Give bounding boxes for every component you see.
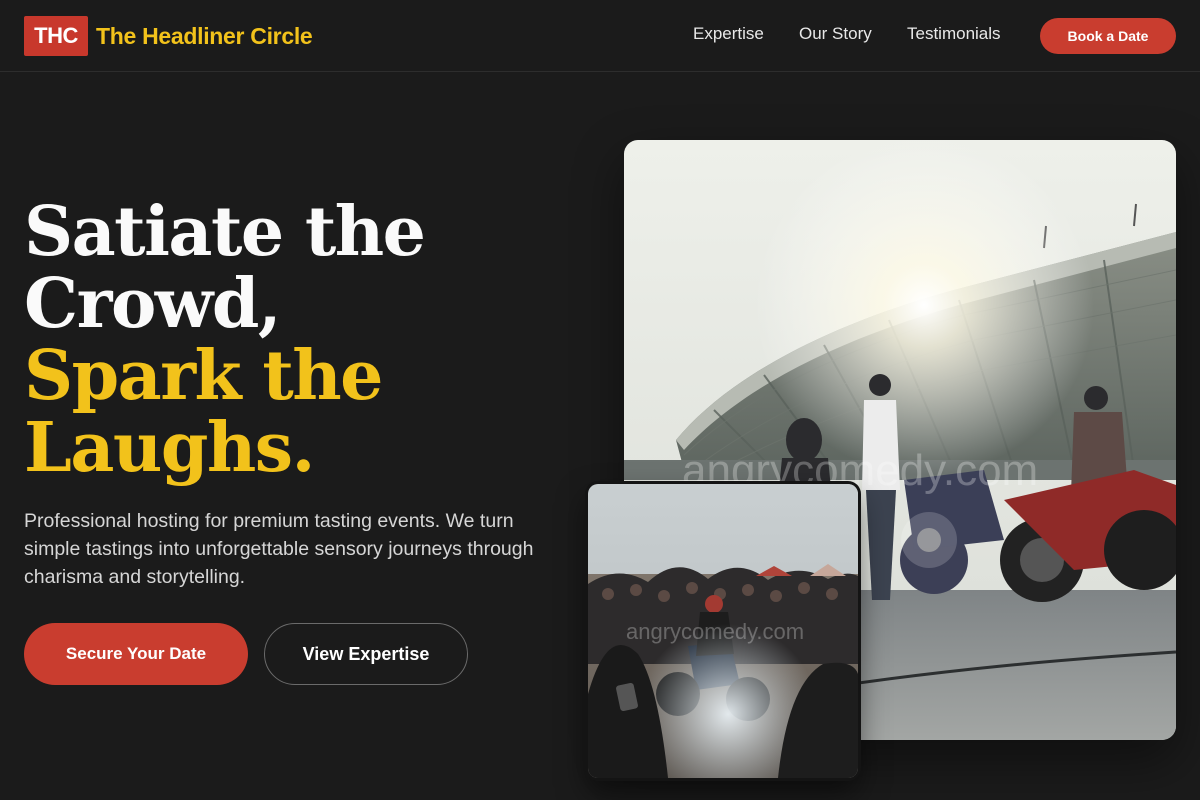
view-expertise-button[interactable]: View Expertise (264, 623, 468, 685)
crowd-burnout-photo: angrycomedy.com (588, 484, 858, 778)
top-navigation: THC The Headliner Circle Expertise Our S… (0, 0, 1200, 72)
nav-link-our-story[interactable]: Our Story (799, 24, 872, 44)
small-image-watermark: angrycomedy.com (626, 619, 804, 644)
brand-name: The Headliner Circle (96, 22, 313, 49)
nav-link-testimonials[interactable]: Testimonials (907, 24, 1001, 44)
hero-headline: Satiate the Crowd, Spark the Laughs. (24, 196, 584, 484)
headline-highlight-line-1: Spark the (24, 336, 383, 416)
logo[interactable]: THC The Headliner Circle (24, 16, 313, 56)
hero-description: Professional hosting for premium tasting… (24, 510, 534, 588)
headline-highlight-line-2: Laughs. (24, 408, 315, 488)
nav-link-expertise[interactable]: Expertise (693, 24, 764, 44)
headline-line-1: Satiate the (24, 192, 426, 272)
secure-your-date-button[interactable]: Secure Your Date (24, 623, 248, 685)
logo-badge: THC (24, 16, 88, 56)
headline-line-2: Crowd, (24, 264, 282, 344)
book-a-date-button[interactable]: Book a Date (1040, 18, 1176, 54)
